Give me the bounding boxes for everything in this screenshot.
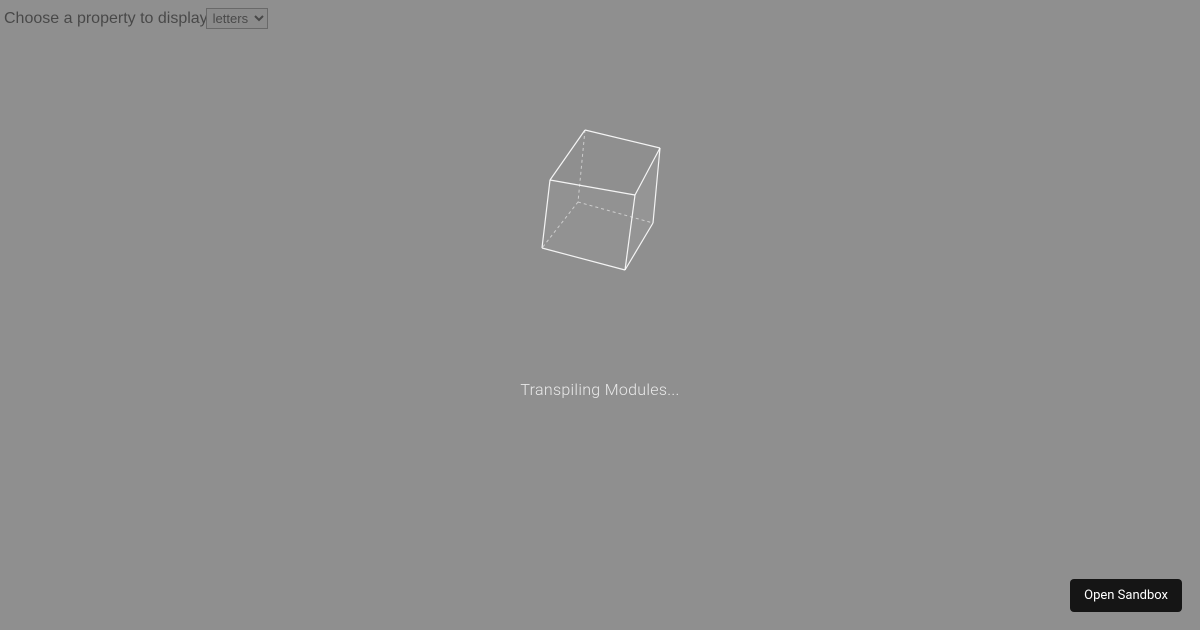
- open-sandbox-button[interactable]: Open Sandbox: [1070, 579, 1182, 612]
- loading-status-text: Transpiling Modules...: [520, 380, 679, 399]
- cube-wireframe-icon: [530, 120, 670, 280]
- loading-overlay: Transpiling Modules...: [0, 0, 1200, 630]
- cube-icon: [530, 120, 670, 280]
